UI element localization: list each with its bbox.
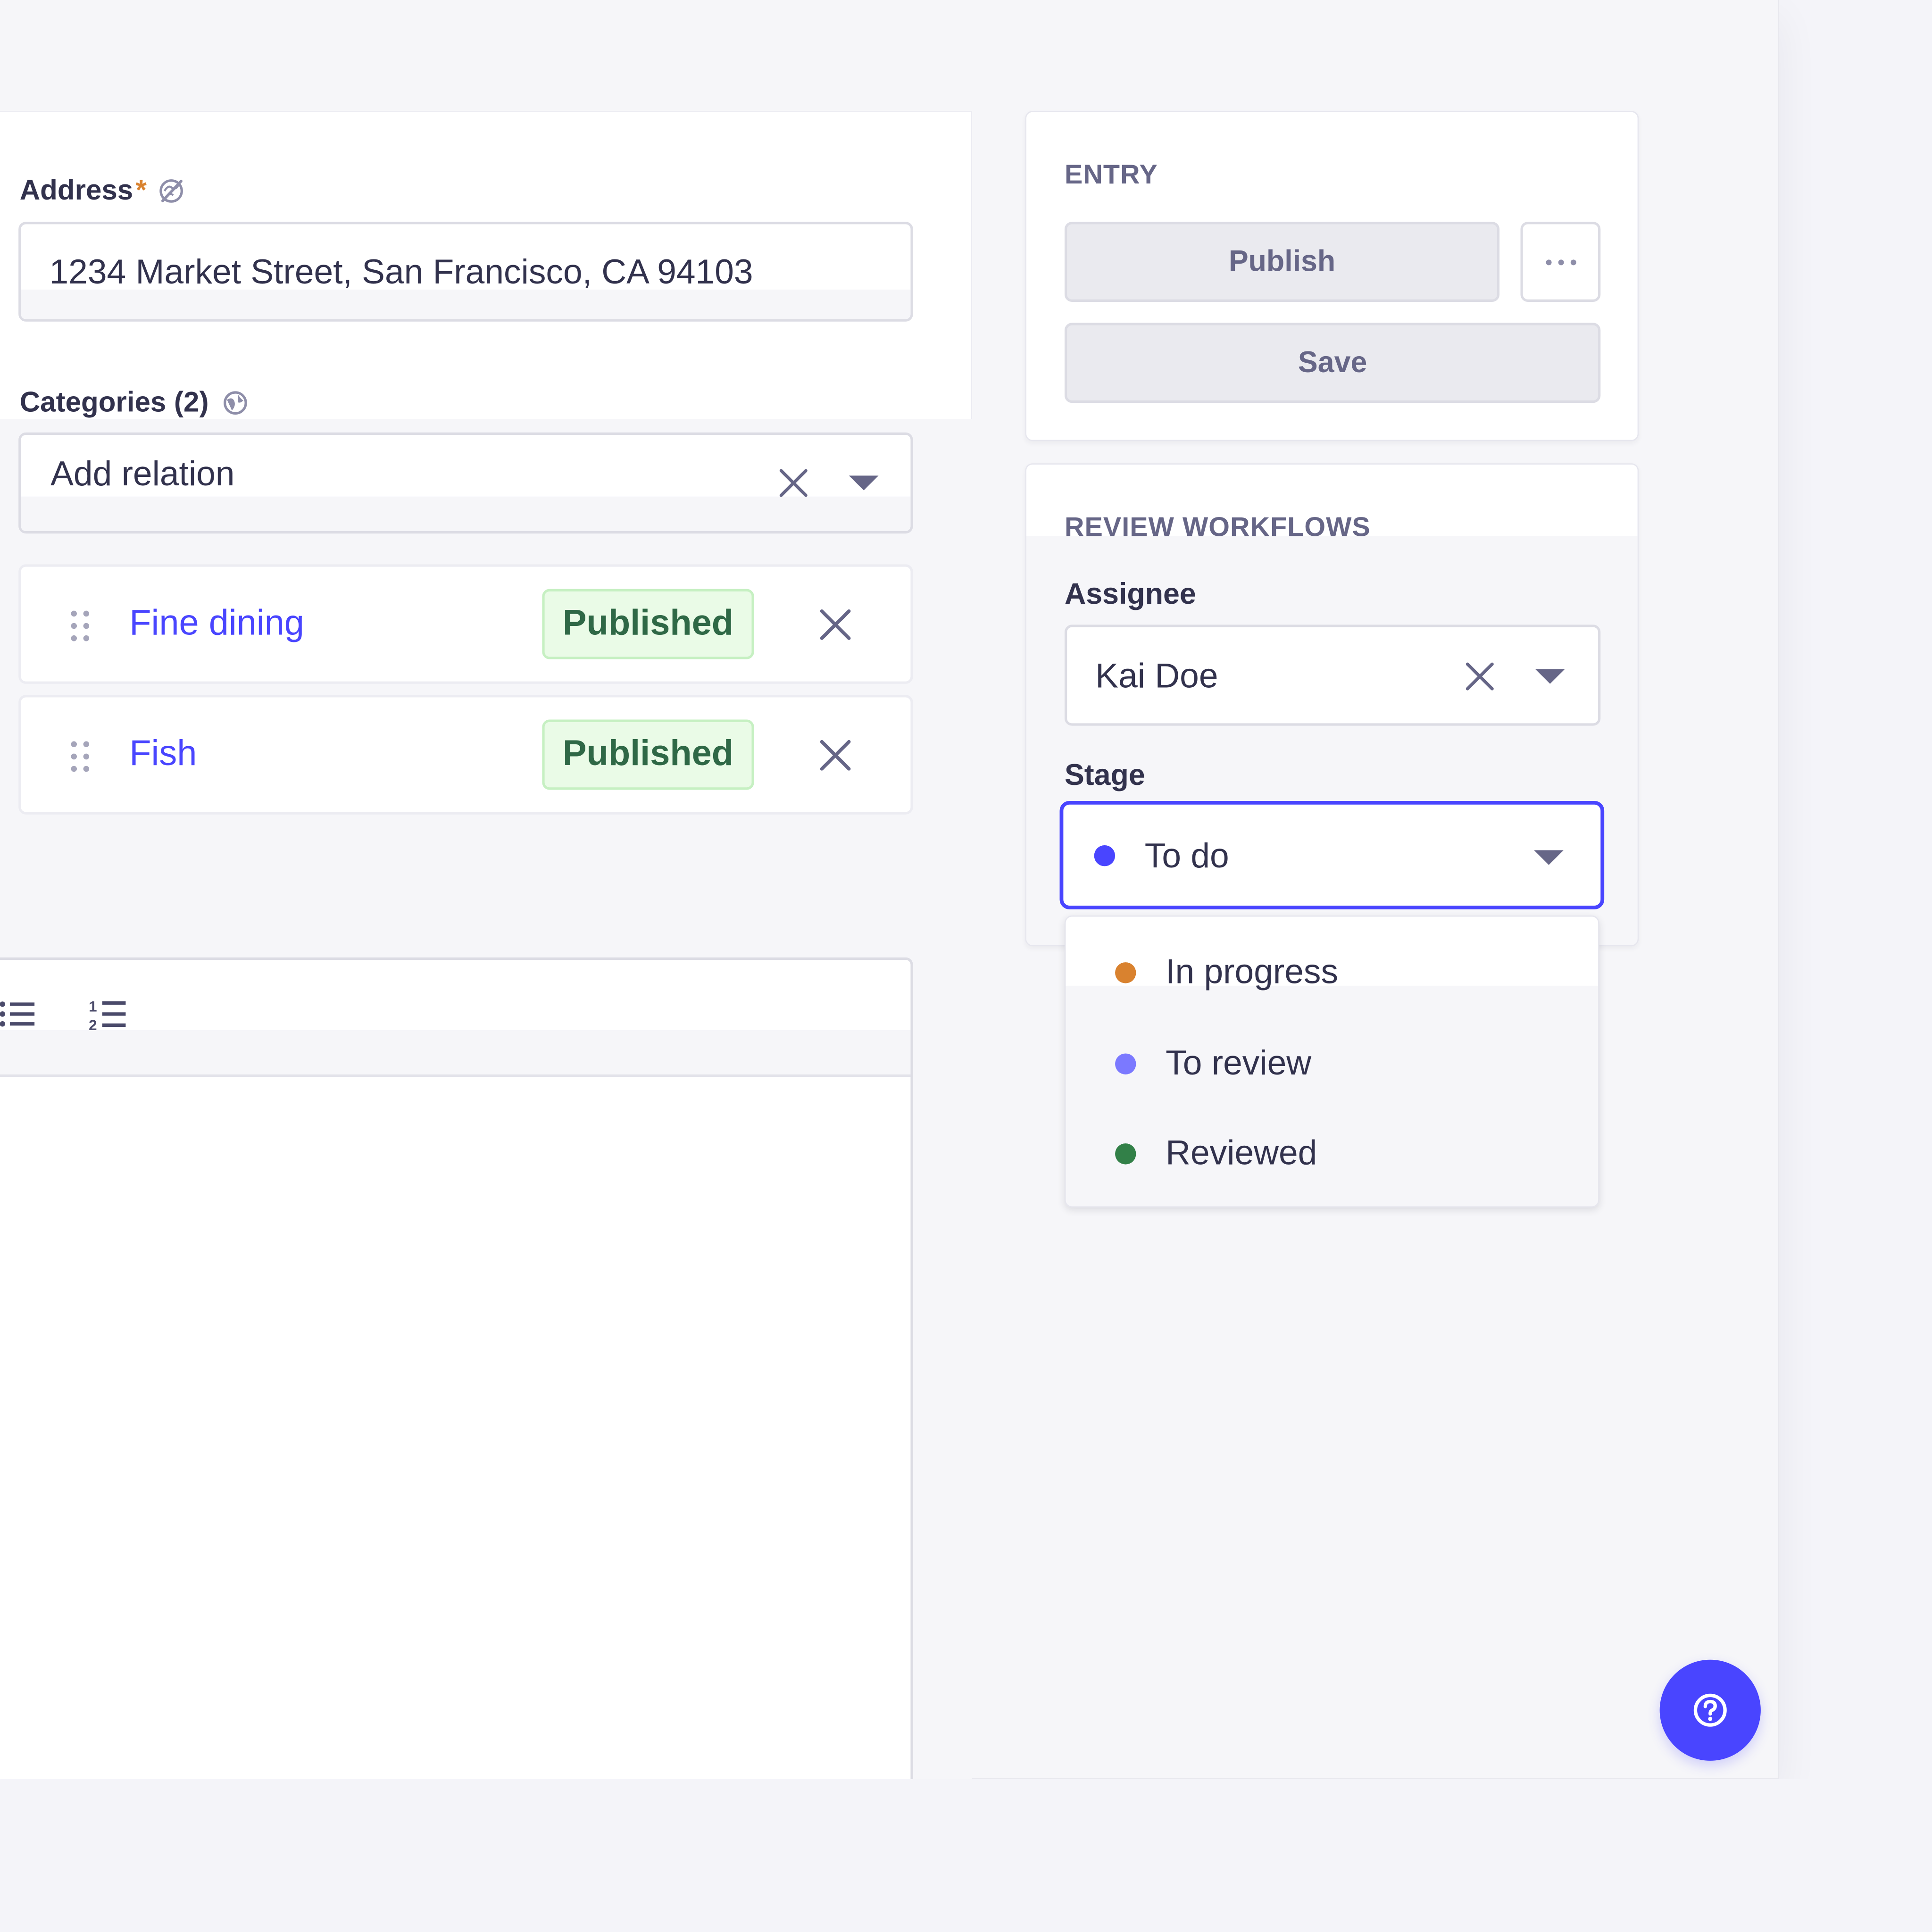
assignee-label: Assignee	[1064, 578, 1196, 611]
stage-option-in-progress[interactable]: In progress	[1066, 941, 1598, 1003]
stage-option-label: In progress	[1166, 952, 1339, 991]
stage-option-label: To review	[1166, 1043, 1312, 1082]
chevron-down-icon[interactable]	[847, 469, 881, 496]
stage-dropdown-menu: In progress To review Reviewed	[1064, 915, 1599, 1208]
stage-select[interactable]: To do	[1059, 800, 1605, 909]
clear-icon[interactable]	[775, 465, 812, 501]
entry-title: ENTRY	[1064, 158, 1158, 190]
categories-label-text: Categories (2)	[19, 385, 209, 418]
stage-option-dot	[1115, 1142, 1136, 1164]
numbered-list-icon[interactable]: 1 2	[89, 996, 128, 1033]
stage-option-label: Reviewed	[1166, 1133, 1317, 1172]
help-button[interactable]	[1659, 1659, 1761, 1761]
status-badge: Published	[542, 589, 754, 659]
stage-option-reviewed[interactable]: Reviewed	[1066, 1123, 1598, 1184]
globe-disabled-icon	[158, 177, 184, 204]
stage-option-dot	[1115, 961, 1136, 983]
more-actions-button[interactable]	[1520, 222, 1601, 302]
svg-text:1: 1	[89, 999, 97, 1015]
add-relation-select[interactable]: Add relation	[18, 432, 913, 534]
address-input-lower-fill	[21, 289, 911, 319]
chevron-down-icon[interactable]	[1532, 844, 1566, 871]
stage-label: Stage	[1064, 759, 1145, 792]
relation-link[interactable]: Fish	[129, 734, 197, 775]
drag-handle-icon[interactable]	[68, 739, 92, 774]
help-circle-icon	[1693, 1693, 1727, 1727]
remove-relation-icon[interactable]	[813, 602, 858, 647]
rich-text-editor[interactable]: 1 2	[0, 957, 913, 1780]
add-relation-lower-fill	[21, 496, 911, 531]
stage-color-dot	[1094, 845, 1116, 866]
address-input[interactable]: 1234 Market Street, San Francisco, CA 94…	[18, 222, 913, 322]
review-workflows-title: REVIEW WORKFLOWS	[1064, 511, 1371, 542]
clear-icon[interactable]	[1461, 658, 1498, 695]
relation-link[interactable]: Fine dining	[129, 604, 304, 644]
add-relation-placeholder: Add relation	[50, 454, 235, 493]
assignee-value: Kai Doe	[1095, 657, 1218, 695]
categories-label: Categories (2)	[20, 388, 250, 416]
save-button[interactable]: Save	[1064, 323, 1601, 403]
bulleted-list-icon[interactable]	[0, 997, 40, 1031]
stage-option-to-review[interactable]: To review	[1066, 1033, 1598, 1094]
more-horizontal-icon	[1545, 259, 1576, 265]
required-marker: *	[135, 174, 147, 206]
drag-handle-icon[interactable]	[68, 608, 92, 643]
status-badge: Published	[542, 719, 754, 790]
chevron-down-icon[interactable]	[1533, 663, 1567, 690]
assignee-select[interactable]: Kai Doe	[1064, 625, 1601, 726]
address-input-value: 1234 Market Street, San Francisco, CA 94…	[49, 252, 753, 291]
relation-item: Fine dining Published	[18, 564, 913, 684]
publish-button[interactable]: Publish	[1064, 222, 1500, 302]
remove-relation-icon[interactable]	[813, 733, 858, 777]
relation-item: Fish Published	[18, 695, 913, 815]
stage-option-dot	[1115, 1053, 1136, 1074]
page-bottom-background	[0, 1779, 1932, 1932]
stage-value: To do	[1144, 836, 1229, 875]
address-label-text: Address	[19, 174, 133, 206]
editor-toolbar-divider	[0, 1030, 911, 1077]
address-label: Address *	[19, 174, 185, 206]
globe-icon	[222, 389, 249, 416]
entry-panel: ENTRY Publish Save	[1025, 111, 1639, 441]
content-manager-edit-view: Address * 1234 Market Street, San Franci…	[0, 0, 1932, 1932]
